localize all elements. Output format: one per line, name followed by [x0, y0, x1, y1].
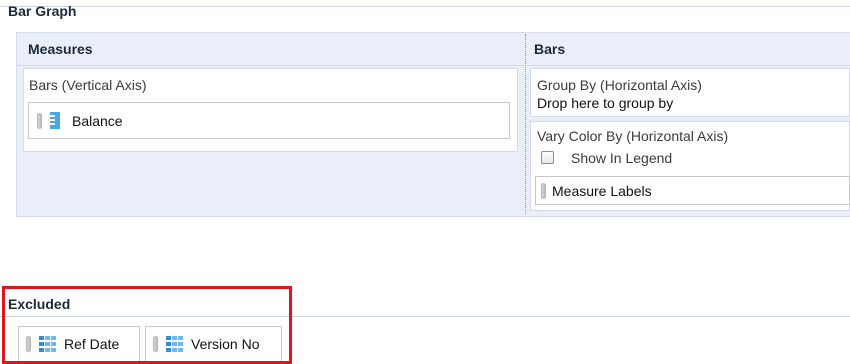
group-by-drop-hint: Drop here to group by: [537, 95, 674, 111]
balance-label: Balance: [72, 112, 123, 129]
column-divider: [525, 34, 526, 214]
drag-handle-icon[interactable]: [153, 336, 158, 352]
excluded-title: Excluded: [8, 296, 71, 312]
version-no-chip[interactable]: Version No: [145, 326, 282, 362]
bar-graph-title: Bar Graph: [8, 3, 77, 19]
measures-heading: Measures: [28, 41, 93, 57]
measure-ruler-icon: [50, 112, 60, 129]
measure-labels-label: Measure Labels: [552, 182, 652, 199]
show-in-legend-checkbox[interactable]: [541, 151, 554, 164]
excluded-rule: [0, 316, 850, 317]
bars-vertical-axis-label: Bars (Vertical Axis): [29, 77, 147, 93]
version-no-label: Version No: [191, 336, 260, 352]
bars-heading-rule: [527, 65, 850, 66]
ref-date-label: Ref Date: [64, 336, 120, 352]
measure-labels-chip[interactable]: Measure Labels: [535, 176, 850, 205]
dimension-table-icon: [166, 336, 183, 352]
group-by-label: Group By (Horizontal Axis): [537, 77, 702, 93]
measures-heading-rule: [17, 65, 524, 66]
ref-date-chip[interactable]: Ref Date: [18, 326, 140, 362]
top-rule: [0, 0, 850, 7]
bars-heading: Bars: [534, 41, 566, 57]
show-in-legend-label[interactable]: Show In Legend: [571, 150, 672, 166]
drag-handle-icon[interactable]: [26, 336, 31, 352]
balance-measure-chip[interactable]: Balance: [28, 102, 510, 139]
vary-color-label: Vary Color By (Horizontal Axis): [537, 128, 729, 144]
drag-handle-icon[interactable]: [541, 182, 546, 199]
drag-handle-icon[interactable]: [37, 112, 42, 129]
dimension-table-icon: [39, 336, 56, 352]
